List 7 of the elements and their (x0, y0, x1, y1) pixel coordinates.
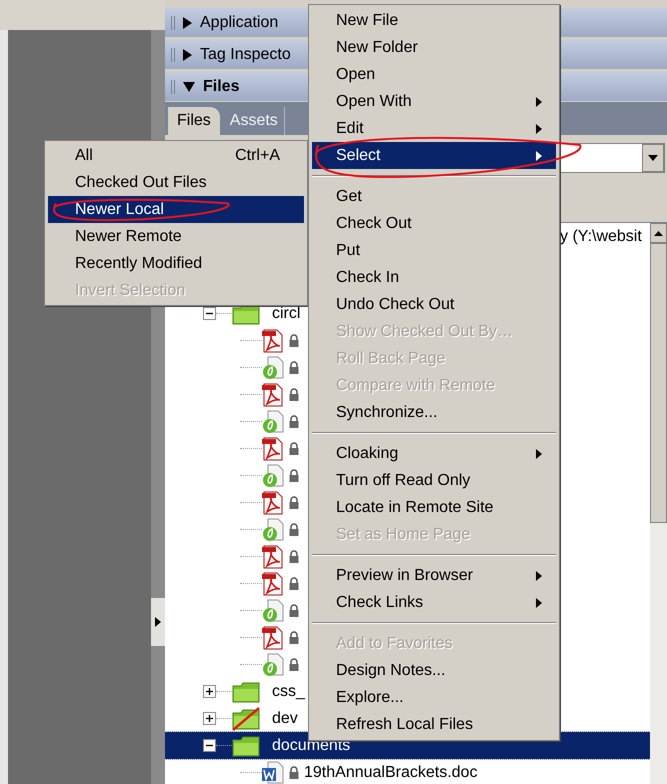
panel-title: Tag Inspecto (200, 44, 291, 64)
folder-name: dev (272, 708, 298, 728)
panel-title: Application (200, 12, 278, 32)
folder-name: css_ (272, 682, 305, 702)
folder-name: circl (272, 304, 300, 324)
file-name: 19thAnnualBrackets.doc (304, 762, 478, 782)
panel-title: Files (203, 76, 240, 96)
